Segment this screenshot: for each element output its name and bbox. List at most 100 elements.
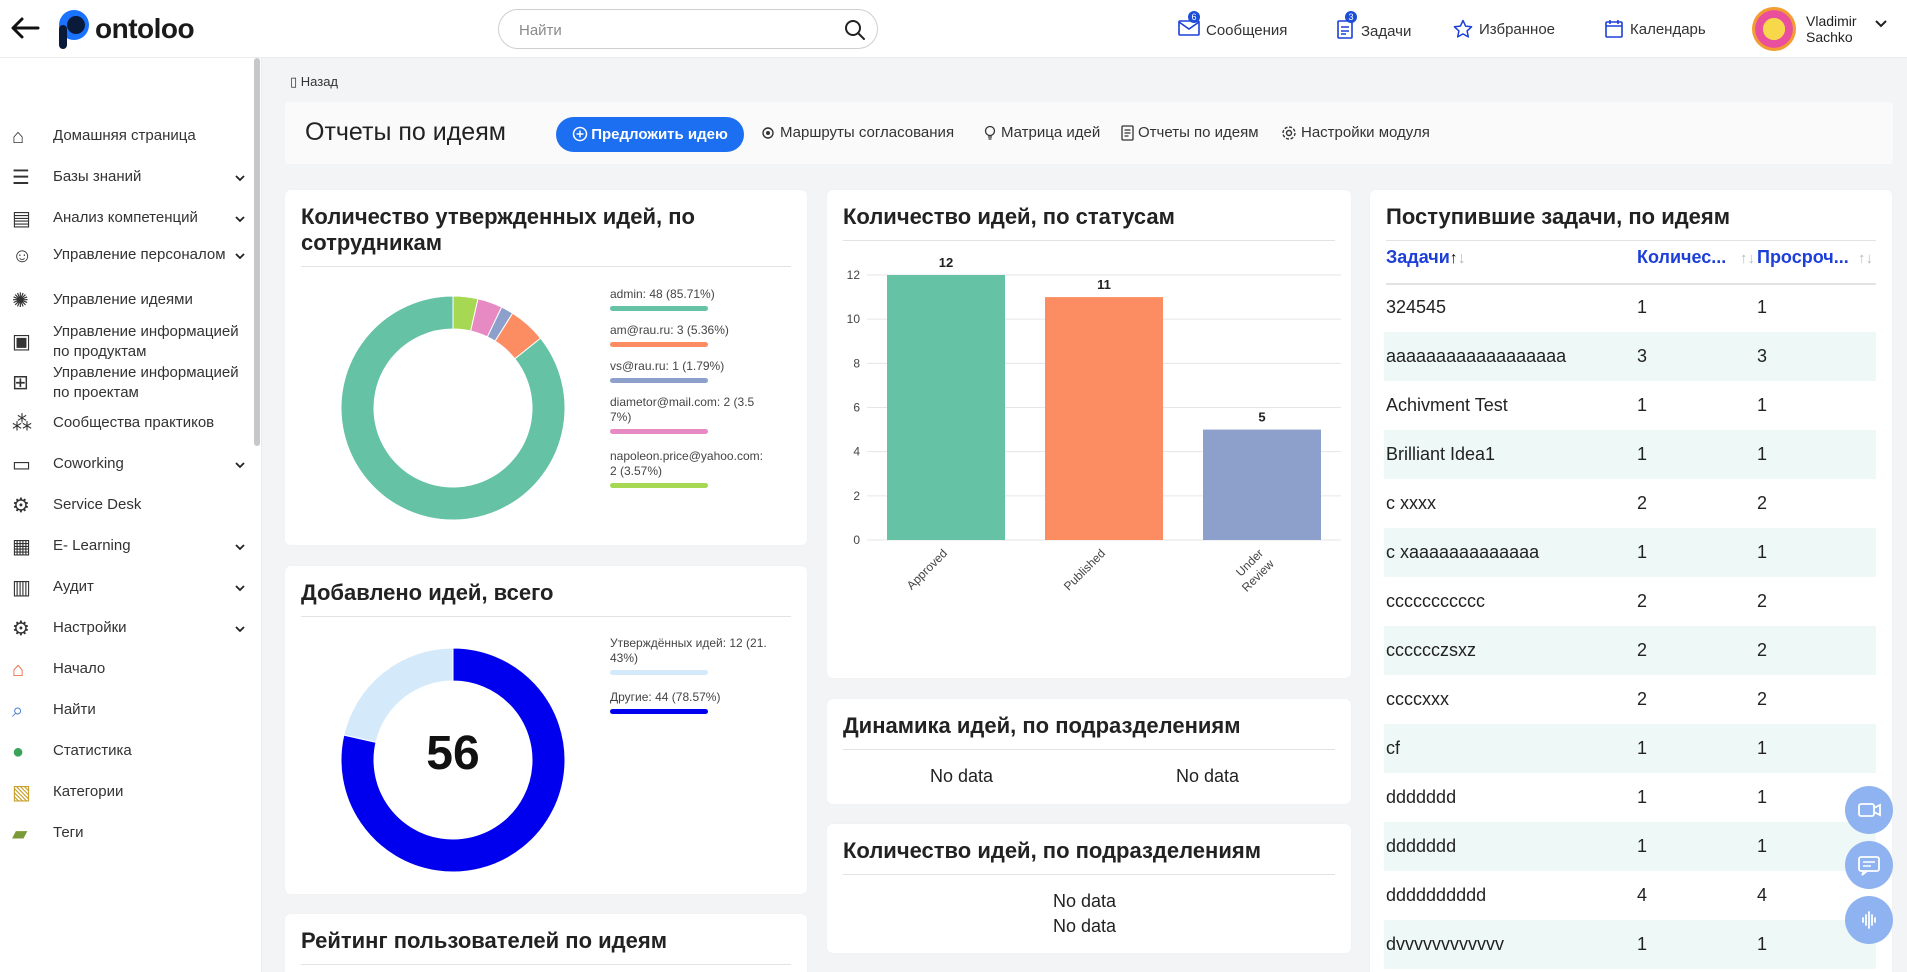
sidebar-item[interactable]: ☺ Управление персоналом (0, 243, 252, 269)
nav-tasks[interactable]: 3 Задачи (1335, 11, 1411, 43)
propose-idea-button[interactable]: Предложить идею (556, 117, 744, 152)
nav-messages[interactable]: 6 Сообщения (1178, 11, 1287, 41)
table-row[interactable]: cf 1 1 (1384, 724, 1876, 773)
nav-calendar[interactable]: Календарь (1604, 19, 1706, 39)
search-icon[interactable] (843, 18, 867, 42)
sidebar-item[interactable]: ▥ Аудит (0, 575, 252, 601)
legend-item[interactable]: Утверждённых идей: 12 (21.43%) (610, 636, 770, 675)
chevron-down-icon[interactable] (234, 213, 246, 225)
link-idea-matrix[interactable]: Матрица идей (983, 124, 1100, 141)
sidebar-item[interactable]: ▰ Теги (0, 821, 252, 847)
y-tick-label: 10 (847, 312, 861, 326)
table-row[interactable]: c xxxx 2 2 (1384, 479, 1876, 528)
sidebar-item[interactable]: ⌂ Начало (0, 657, 252, 683)
sidebar-item[interactable]: ⚙ Service Desk (0, 493, 252, 519)
link-idea-reports[interactable]: Отчеты по идеям (1121, 124, 1259, 141)
table-cell: 2 (1757, 689, 1768, 709)
nav-favorites[interactable]: Избранное (1453, 19, 1555, 39)
legend-item[interactable]: am@rau.ru: 3 (5.36%) (610, 323, 770, 347)
bar-approved[interactable] (887, 275, 1005, 540)
chevron-down-icon[interactable] (234, 172, 246, 184)
legend-item[interactable]: diametor@mail.com: 2 (3.57%) (610, 395, 770, 434)
card-approved-by-employee: Количество утвержденных идей, по сотрудн… (285, 190, 807, 545)
sidebar-item[interactable]: ▤ Анализ компетенций (0, 206, 252, 232)
sort-icon[interactable]: ↑↓ (1740, 250, 1755, 267)
table-row[interactable]: ccccxxx 2 2 (1384, 675, 1876, 724)
link-approval-routes[interactable]: Маршруты согласования (760, 124, 954, 141)
chevron-down-icon[interactable] (234, 250, 246, 262)
sidebar-item-label: Найти (53, 701, 96, 718)
table-row[interactable]: c xaaaaaaaaaaaaa 1 1 (1384, 528, 1876, 577)
voice-button[interactable] (1845, 896, 1893, 944)
table-row[interactable]: Brilliant Idea1 1 1 (1384, 430, 1876, 479)
star-icon (1453, 19, 1473, 38)
sidebar-item[interactable]: ▣ Управление информацией по продуктам (0, 320, 252, 364)
page-toolbar: Отчеты по идеям Предложить идею Маршруты… (285, 102, 1893, 164)
table-cell: 1 (1637, 836, 1648, 856)
table-row[interactable]: cccccczsxz 2 2 (1384, 626, 1876, 675)
sort-icon[interactable]: ↑↓ (1858, 250, 1873, 267)
table-row[interactable]: ddddddd 1 1 (1384, 773, 1876, 822)
sidebar-item[interactable]: ● Статистика (0, 739, 252, 765)
sidebar-item[interactable]: ✺ Управление идеями (0, 288, 252, 314)
legend-item[interactable]: admin: 48 (85.71%) (610, 287, 770, 311)
search-box[interactable] (498, 9, 878, 49)
link-module-settings-label: Настройки модуля (1301, 124, 1430, 141)
column-header-tasks[interactable]: Задачи↑↓ (1386, 247, 1466, 268)
breadcrumb[interactable]: ▯ Назад (290, 74, 338, 90)
legend-item[interactable]: Другие: 44 (78.57%) (610, 690, 770, 714)
back-arrow-icon[interactable] (10, 14, 42, 42)
breadcrumb-back-label[interactable]: Назад (301, 74, 338, 89)
user-menu[interactable]: Vladimir Sachko (1752, 7, 1902, 51)
table-cell: 2 (1757, 493, 1768, 513)
table-row[interactable]: ddddddd 1 1 (1384, 822, 1876, 871)
chevron-down-icon[interactable] (1874, 19, 1888, 29)
sidebar-item-label: Категории (53, 783, 124, 800)
table-row[interactable]: dddddddddd 4 4 (1384, 871, 1876, 920)
sidebar-item[interactable]: ▭ Coworking (0, 452, 252, 478)
sidebar-item[interactable]: ⌕ Найти (0, 698, 252, 724)
sidebar-item-label: Сообщества практиков (53, 414, 215, 431)
sidebar-item[interactable]: ▧ Категории (0, 780, 252, 806)
logo-text[interactable]: ontoloo (95, 13, 195, 45)
column-header-count[interactable]: Количес... (1637, 247, 1726, 268)
search-input[interactable] (519, 19, 819, 41)
table-row[interactable]: ccccccccccc 2 2 (1384, 577, 1876, 626)
sidebar-item[interactable]: ⁂ Сообщества практиков (0, 411, 252, 437)
table-row[interactable]: Achivment Test 1 1 (1384, 381, 1876, 430)
table-cell: 1 (1757, 395, 1768, 415)
sidebar-item[interactable]: ⚙ Настройки (0, 616, 252, 642)
table-cell: ccccxxx (1386, 689, 1449, 709)
chevron-down-icon[interactable] (234, 582, 246, 594)
avatar[interactable] (1752, 7, 1796, 51)
table-cell: 1 (1637, 297, 1648, 317)
legend-item[interactable]: vs@rau.ru: 1 (1.79%) (610, 359, 770, 383)
column-header-overdue[interactable]: Просроч... (1757, 247, 1849, 268)
card-added-title: Добавлено идей, всего (301, 580, 554, 605)
sidebar-item[interactable]: ⊞ Управление информацией по проектам (0, 361, 252, 405)
table-cell: 1 (1757, 787, 1768, 807)
bar-under-review[interactable] (1203, 429, 1321, 540)
legend-swatch (610, 342, 708, 347)
logo-icon (55, 8, 91, 50)
sort-asc-icon[interactable]: ↑↓ (1450, 250, 1466, 267)
sidebar-item[interactable]: ☰ Базы знаний (0, 165, 252, 191)
sidebar-item-label: Начало (53, 660, 106, 677)
link-module-settings[interactable]: Настройки модуля (1281, 124, 1430, 141)
table-cell: 1 (1757, 542, 1768, 562)
chat-button[interactable] (1845, 841, 1893, 889)
sidebar-item[interactable]: ⌂ Домашняя страница (0, 124, 252, 150)
chevron-down-icon[interactable] (234, 541, 246, 553)
table-row[interactable]: aaaaaaaaaaaaaaaaaa 3 3 (1384, 332, 1876, 381)
chevron-down-icon[interactable] (234, 623, 246, 635)
table-row[interactable]: dvvvvvvvvvvvv 1 1 (1384, 920, 1876, 969)
table-row[interactable]: 324545 1 1 (1384, 283, 1876, 332)
card-approved-title: Количество утвержденных идей, по сотрудн… (301, 204, 695, 255)
divider (843, 874, 1335, 875)
legend-item[interactable]: napoleon.price@yahoo.com: 2 (3.57%) (610, 449, 770, 488)
bar-published[interactable] (1045, 297, 1163, 540)
sidebar-item[interactable]: ▦ E- Learning (0, 534, 252, 560)
chevron-down-icon[interactable] (234, 459, 246, 471)
divider (1386, 240, 1876, 241)
video-call-button[interactable] (1845, 786, 1893, 834)
